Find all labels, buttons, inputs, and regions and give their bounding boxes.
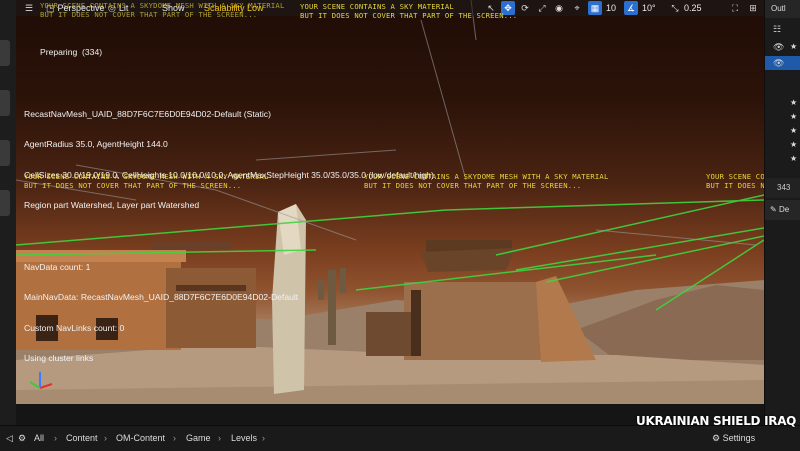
outliner-row-selected[interactable]: 👁 [765, 56, 800, 70]
settings-small-icon[interactable]: ⚙ [18, 426, 26, 451]
visibility-eye-icon[interactable]: 👁 [773, 40, 784, 54]
skydome-warning-topleft: YOUR SCENE CONTAINS A SKYDOME MESH WITH … [40, 1, 285, 19]
content-browser-bar: ◁ ⚙ All › Content › OM-Content › Game › … [0, 425, 800, 451]
left-panel-tab[interactable] [0, 40, 10, 66]
gear-icon: ⚙ [712, 433, 723, 443]
stats-line: NavData count: 1 [24, 261, 91, 272]
breadcrumb-separator: › [173, 433, 176, 443]
breadcrumb-om-content[interactable]: OM-Content [116, 426, 165, 451]
layout-grid-icon[interactable]: ⊞ [746, 1, 760, 15]
outliner-row[interactable]: ★ [765, 96, 800, 110]
details-tab[interactable]: ✎ De [765, 200, 800, 220]
surface-snap-icon[interactable]: ⌖ [570, 1, 584, 15]
stats-line: Region part Watershed, Layer part Waters… [24, 200, 200, 211]
stats-line: MainNavData: RecastNavMesh_UAID_88D7F6C7… [24, 292, 299, 303]
hamburger-icon[interactable]: ☰ [22, 1, 36, 15]
filter-row[interactable]: ☷ [765, 22, 800, 36]
left-panel-tab[interactable] [0, 190, 10, 216]
outliner-row[interactable]: ★ [765, 110, 800, 124]
stats-line: CellSizes 30.0/19.0/19.0, CellHeights 10… [24, 169, 434, 180]
coordinate-space-icon[interactable]: ◉ [552, 1, 566, 15]
breadcrumb-all[interactable]: All [34, 426, 44, 451]
scale-icon[interactable]: ⤢ [535, 1, 549, 15]
rotate-icon[interactable]: ⟳ [518, 1, 532, 15]
outliner-row[interactable]: ★ [765, 152, 800, 166]
left-toolbar [0, 0, 16, 425]
stats-line: RecastNavMesh_UAID_88D7F6C7E6D0E94D02-De… [24, 108, 271, 119]
content-settings-button[interactable]: ⚙ Settings [712, 426, 755, 451]
breadcrumb-levels[interactable]: Levels [231, 426, 257, 451]
breadcrumb-separator: › [218, 433, 221, 443]
details-icon: ✎ [770, 205, 779, 214]
rotation-snap-icon[interactable]: ∡ [624, 1, 638, 15]
outliner-row[interactable]: ★ [765, 124, 800, 138]
breadcrumb-content[interactable]: Content [66, 426, 98, 451]
stats-line: Using cluster links [24, 353, 94, 364]
camera-speed-icon[interactable]: ⤡ [668, 1, 682, 15]
outliner-row[interactable]: 👁 ★ [765, 40, 800, 54]
stats-line: Custom NavLinks count: 0 [24, 322, 125, 333]
grid-snap-value[interactable]: 10 [606, 1, 616, 15]
camera-speed-value[interactable]: 0.25 [684, 1, 702, 15]
breadcrumb-separator: › [262, 433, 265, 443]
outliner-tab[interactable]: Outl [765, 0, 800, 18]
left-panel-tab[interactable] [0, 90, 10, 116]
channel-watermark: UKRAINIAN SHIELD IRAQ [636, 414, 797, 428]
left-panel-tab[interactable] [0, 140, 10, 166]
outliner-panel: Outl ☷ 👁★ 👁 ★ ★ ★ ★ ★ 343 ac ✎ De [764, 0, 800, 425]
actor-icon: ★ [790, 126, 798, 135]
preparing-label: Preparing (334) [40, 47, 103, 58]
history-icon[interactable]: ◁ [6, 426, 13, 451]
actor-icon: ★ [790, 140, 798, 149]
visibility-eye-icon[interactable]: 👁 [773, 56, 784, 70]
maximize-viewport-icon[interactable]: ⛶ [728, 1, 742, 15]
stats-line [24, 231, 434, 241]
actor-icon: ★ [790, 112, 798, 121]
breadcrumb-separator: › [54, 433, 57, 443]
filter-icon[interactable]: ☷ [773, 22, 781, 36]
actor-icon: ★ [790, 42, 798, 51]
navmesh-stats: Preparing (334) RecastNavMesh_UAID_88D7F… [24, 27, 434, 374]
rotation-snap-value[interactable]: 10° [642, 1, 656, 15]
outliner-row[interactable]: ★ [765, 138, 800, 152]
breadcrumb-game[interactable]: Game [186, 426, 211, 451]
actor-count: 343 ac [765, 178, 800, 212]
breadcrumb-separator: › [104, 433, 107, 443]
stats-line: AgentRadius 35.0, AgentHeight 144.0 [24, 139, 168, 150]
grid-snap-icon[interactable]: ▦ [588, 1, 602, 15]
actor-icon: ★ [790, 154, 798, 163]
actor-icon: ★ [790, 98, 798, 107]
skydome-warning-top: YOUR SCENE CONTAINS A SKY MATERIAL BUT IT… [300, 2, 518, 20]
